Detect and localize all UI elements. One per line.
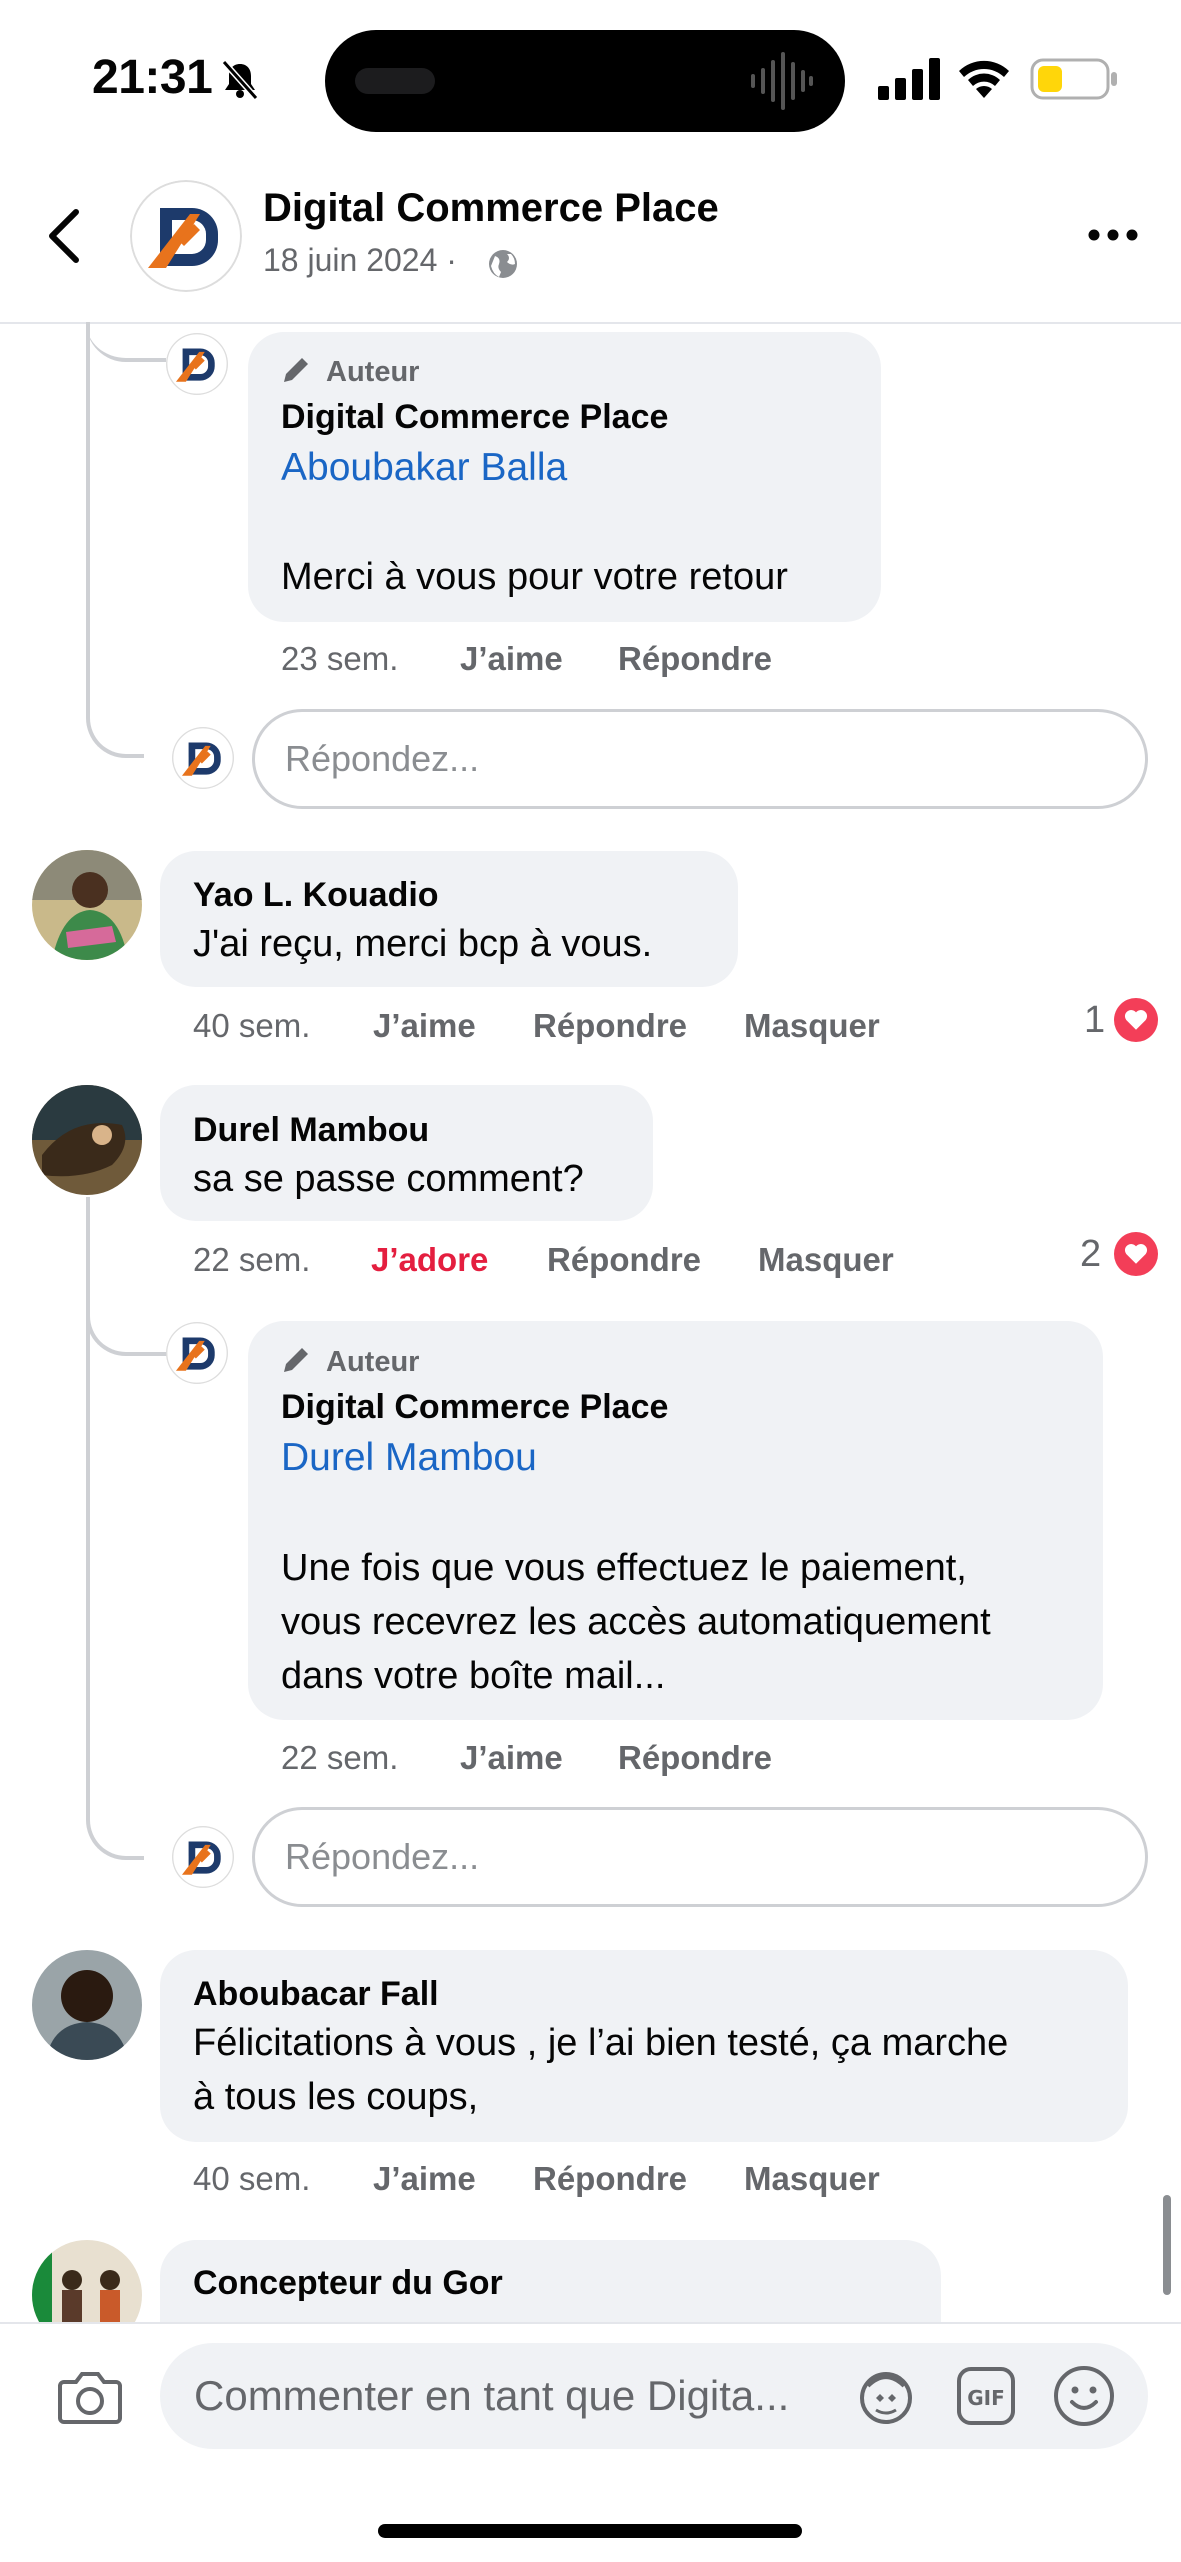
comment-text: sa se passe comment? (193, 1158, 584, 1200)
thread-connector (86, 1260, 170, 1356)
hide-button[interactable]: Masquer (758, 1241, 894, 1279)
back-chevron-icon[interactable] (44, 206, 84, 266)
comment-author-name[interactable]: Concepteur du Gor (193, 2264, 503, 2303)
page-avatar-small (172, 727, 234, 789)
comment-time: 40 sem. (193, 1007, 311, 1044)
author-badge: Auteur (326, 1346, 420, 1378)
home-indicator[interactable] (378, 2524, 802, 2538)
heart-reaction-icon[interactable] (1114, 998, 1158, 1042)
post-date: 18 juin 2024 · (263, 242, 457, 278)
comment-input-placeholder: Commenter en tant que Digita... (194, 2372, 790, 2419)
comment-mention[interactable]: Durel Mambou (281, 1436, 537, 1480)
comment-author-name[interactable]: Digital Commerce Place (281, 398, 668, 437)
page-avatar-small[interactable] (166, 1322, 228, 1384)
comment-text-line: vous recevrez les accès automatiquement (281, 1601, 991, 1643)
cellular-signal-icon (878, 58, 940, 100)
reaction-count[interactable]: 2 (1080, 1233, 1101, 1276)
comment-text-line: dans votre boîte mail... (281, 1655, 666, 1697)
globe-icon (489, 250, 517, 278)
user-avatar[interactable] (32, 850, 142, 960)
page-avatar-small (172, 1826, 234, 1888)
reply-button[interactable]: Répondre (547, 1241, 701, 1279)
avatar-sticker-icon[interactable] (854, 2364, 918, 2428)
hide-button[interactable]: Masquer (744, 1007, 880, 1045)
bell-muted-icon (221, 60, 259, 100)
reply-input[interactable]: Répondez... (252, 1807, 1148, 1907)
hide-button[interactable]: Masquer (744, 2160, 880, 2198)
comment-time: 22 sem. (193, 1241, 311, 1278)
page-avatar[interactable] (130, 180, 242, 292)
wifi-icon (959, 60, 1009, 98)
emoji-icon[interactable] (1052, 2364, 1116, 2428)
reply-button[interactable]: Répondre (618, 1739, 772, 1777)
audio-wave-icon (751, 52, 813, 110)
more-options-icon[interactable] (1086, 222, 1140, 248)
scrollbar[interactable] (1163, 2195, 1171, 2295)
comment-text-line: Une fois que vous effectuez le paiement, (281, 1547, 967, 1589)
reply-input[interactable]: Répondez... (252, 709, 1148, 809)
comment-text-line: Félicitations à vous , je l’ai bien test… (193, 2022, 1009, 2064)
comment-time: 23 sem. (281, 640, 399, 677)
comment-text: J'ai reçu, merci bcp à vous. (193, 923, 653, 965)
reaction-count[interactable]: 1 (1084, 999, 1105, 1042)
author-badge: Auteur (326, 356, 420, 388)
gif-icon[interactable]: GIF (956, 2366, 1016, 2426)
comment-time: 40 sem. (193, 2160, 311, 2197)
page-avatar-small[interactable] (166, 333, 228, 395)
pencil-icon (284, 1348, 308, 1372)
thread-line (86, 322, 144, 758)
comment-text: Merci à vous pour votre retour (281, 556, 788, 598)
heart-reaction-icon[interactable] (1114, 1232, 1158, 1276)
status-time: 21:31 (92, 51, 213, 104)
love-button[interactable]: J’adore (371, 1241, 488, 1279)
like-button[interactable]: J’aime (460, 640, 563, 678)
camera-icon[interactable] (58, 2368, 122, 2424)
like-button[interactable]: J’aime (373, 2160, 476, 2198)
reply-button[interactable]: Répondre (618, 640, 772, 678)
svg-text:GIF: GIF (967, 2386, 1005, 2410)
pencil-icon (284, 358, 308, 382)
reply-button[interactable]: Répondre (533, 1007, 687, 1045)
like-button[interactable]: J’aime (460, 1739, 563, 1777)
battery-low-icon (1030, 58, 1117, 100)
comment-author-name[interactable]: Aboubacar Fall (193, 1975, 439, 2014)
page-title[interactable]: Digital Commerce Place (263, 186, 719, 231)
comment-text-line: à tous les coups, (193, 2076, 479, 2118)
island-pill (355, 68, 435, 94)
user-avatar[interactable] (32, 1085, 142, 1195)
dynamic-island (325, 30, 845, 132)
comment-author-name[interactable]: Digital Commerce Place (281, 1388, 668, 1427)
comment-author-name[interactable]: Durel Mambou (193, 1111, 429, 1150)
comment-mention[interactable]: Aboubakar Balla (281, 446, 567, 490)
like-button[interactable]: J’aime (373, 1007, 476, 1045)
user-avatar[interactable] (32, 1950, 142, 2060)
comment-time: 22 sem. (281, 1739, 399, 1776)
reply-button[interactable]: Répondre (533, 2160, 687, 2198)
comment-author-name[interactable]: Yao L. Kouadio (193, 876, 439, 915)
